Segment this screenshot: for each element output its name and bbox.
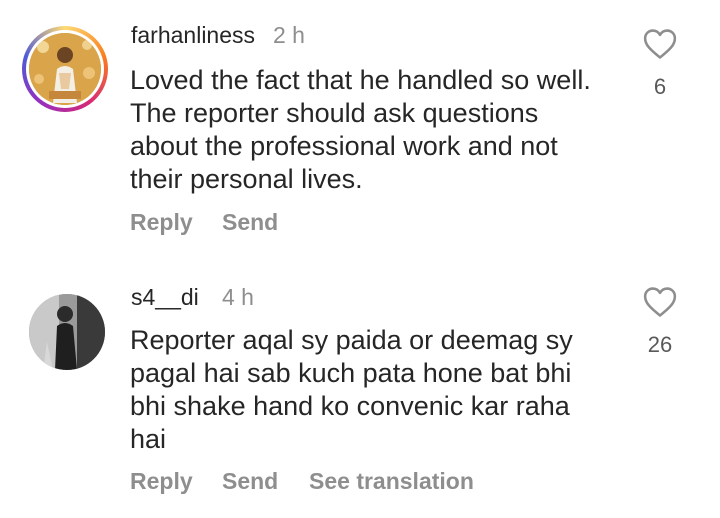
comment-item: farhanliness 2 h Loved the fact that he … bbox=[0, 0, 720, 258]
heart-outline-icon[interactable] bbox=[643, 286, 677, 318]
heart-outline-icon[interactable] bbox=[643, 28, 677, 60]
comment-timestamp: 2 h bbox=[273, 22, 305, 48]
comment-username[interactable]: farhanliness bbox=[131, 22, 255, 49]
comment-text: Reporter aqal sy paida or deemag sy paga… bbox=[130, 324, 630, 456]
avatar-story-ring[interactable] bbox=[22, 26, 108, 112]
reply-button[interactable]: Reply bbox=[130, 468, 193, 495]
comment-text-line: Loved the fact that he handled so well. bbox=[130, 65, 591, 95]
avatar-photo bbox=[29, 33, 101, 105]
avatar[interactable] bbox=[29, 294, 105, 370]
like-count[interactable]: 6 bbox=[630, 74, 690, 100]
comment-text-line: bhi shake hand ko convenic kar raha bbox=[130, 391, 570, 421]
avatar[interactable] bbox=[29, 33, 101, 105]
avatar-photo bbox=[29, 294, 105, 370]
comment-text: Loved the fact that he handled so well. … bbox=[130, 64, 630, 196]
comment-timestamp: 4 h bbox=[222, 284, 254, 310]
comment-username[interactable]: s4__di bbox=[131, 284, 199, 311]
comment-text-line: Reporter aqal sy paida or deemag sy bbox=[130, 325, 573, 355]
comment-text-line: The reporter should ask questions bbox=[130, 98, 539, 128]
comment-text-line: about the professional work and not bbox=[130, 131, 558, 161]
see-translation-button[interactable]: See translation bbox=[309, 468, 474, 495]
like-count[interactable]: 26 bbox=[630, 332, 690, 358]
send-button[interactable]: Send bbox=[222, 209, 278, 236]
comment-text-line: hai bbox=[130, 424, 167, 454]
reply-button[interactable]: Reply bbox=[130, 209, 193, 236]
comment-text-line: pagal hai sab kuch pata hone bat bhi bbox=[130, 358, 572, 388]
send-button[interactable]: Send bbox=[222, 468, 278, 495]
comment-text-line: their personal lives. bbox=[130, 164, 363, 194]
